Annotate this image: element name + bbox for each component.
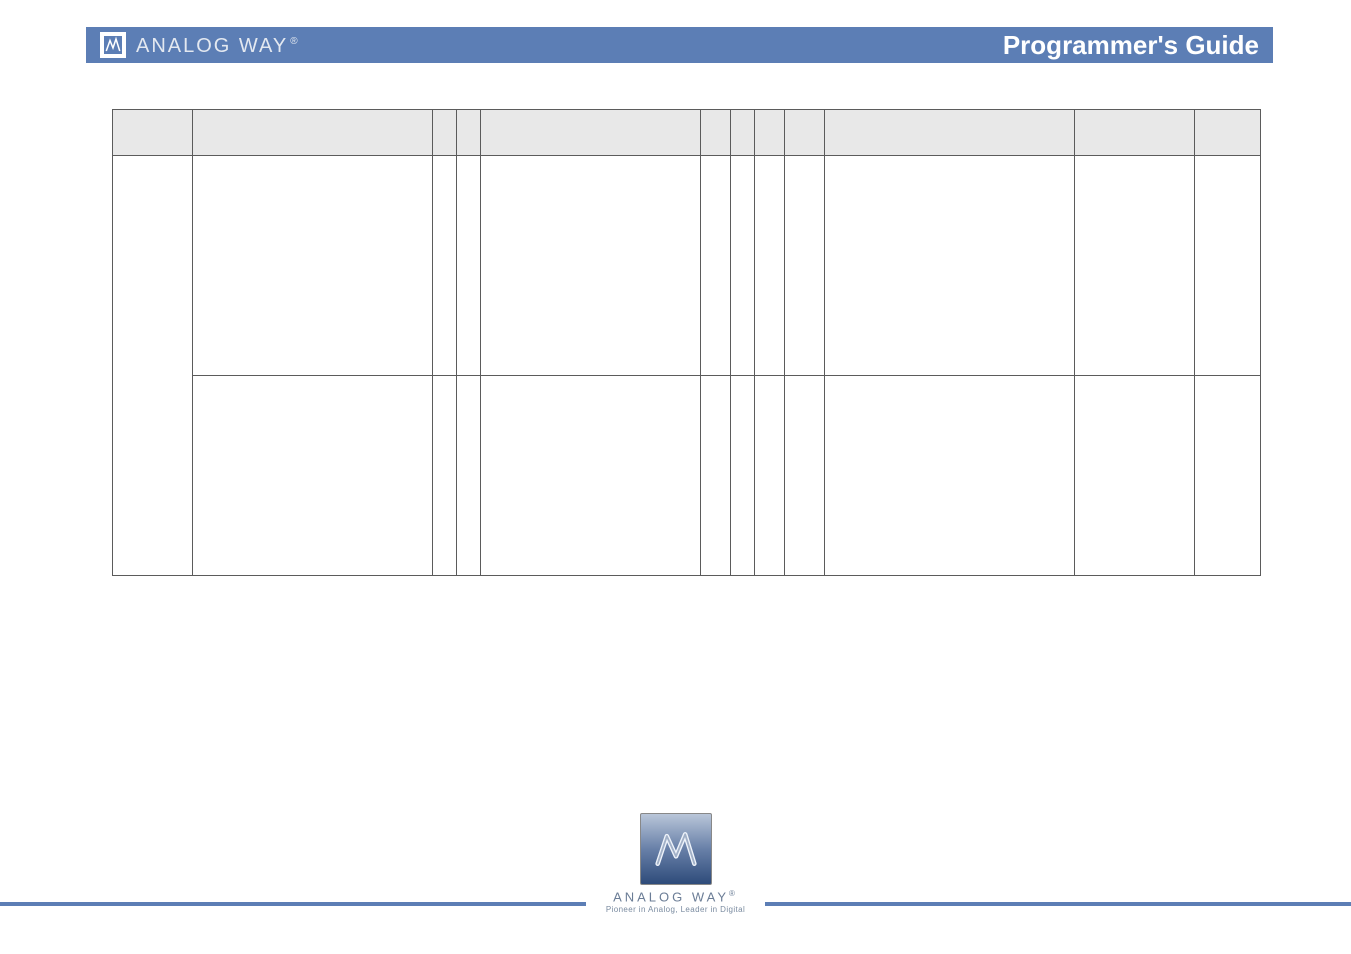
cell (457, 376, 481, 576)
cell (825, 156, 1075, 376)
cell (785, 376, 825, 576)
th-9 (785, 110, 825, 156)
footer-rule-left (0, 902, 586, 906)
footer-mark-icon (654, 827, 698, 871)
footer-brand: ANALOG WAY® (586, 889, 766, 904)
brand: ANALOG WAY® (86, 32, 299, 58)
cell (1195, 376, 1261, 576)
footer-brand-text: ANALOG WAY (613, 889, 729, 904)
cell (457, 156, 481, 376)
th-2 (193, 110, 433, 156)
th-7 (731, 110, 755, 156)
logo-mark-icon (104, 36, 122, 54)
cell (701, 376, 731, 576)
footer-logo-icon (640, 813, 712, 885)
footer-brand-reg-icon: ® (729, 889, 738, 898)
table-row (113, 376, 1261, 576)
th-6 (701, 110, 731, 156)
cell (193, 376, 433, 576)
th-11 (1075, 110, 1195, 156)
cell (825, 376, 1075, 576)
cell (731, 156, 755, 376)
brand-logo-icon (100, 32, 126, 58)
cell (755, 376, 785, 576)
th-8 (755, 110, 785, 156)
cell (755, 156, 785, 376)
th-5 (481, 110, 701, 156)
cell (1075, 156, 1195, 376)
cell (433, 376, 457, 576)
cell (1075, 376, 1195, 576)
cell (481, 376, 701, 576)
th-1 (113, 110, 193, 156)
cell (433, 156, 457, 376)
cell (701, 156, 731, 376)
spec-table (112, 109, 1261, 576)
table-head (113, 110, 1261, 156)
cell (193, 156, 433, 376)
footer-tagline: Pioneer in Analog, Leader in Digital (586, 905, 766, 914)
brand-name: ANALOG WAY (136, 35, 288, 57)
table-body (113, 156, 1261, 576)
th-4 (457, 110, 481, 156)
page-title: Programmer's Guide (1003, 30, 1259, 61)
brand-text: ANALOG WAY® (136, 32, 299, 58)
footer: ANALOG WAY® Pioneer in Analog, Leader in… (0, 794, 1351, 914)
table-row (113, 156, 1261, 376)
footer-rule-right (765, 902, 1351, 906)
th-10 (825, 110, 1075, 156)
th-3 (433, 110, 457, 156)
brand-registered-icon: ® (290, 36, 298, 47)
footer-logo-block: ANALOG WAY® Pioneer in Analog, Leader in… (586, 813, 766, 914)
cell-group (113, 156, 193, 576)
cell (481, 156, 701, 376)
header-bar: ANALOG WAY® Programmer's Guide (86, 27, 1273, 63)
cell (785, 156, 825, 376)
page: ANALOG WAY® Programmer's Guide (0, 0, 1351, 954)
cell (731, 376, 755, 576)
th-12 (1195, 110, 1261, 156)
table-head-row (113, 110, 1261, 156)
cell (1195, 156, 1261, 376)
